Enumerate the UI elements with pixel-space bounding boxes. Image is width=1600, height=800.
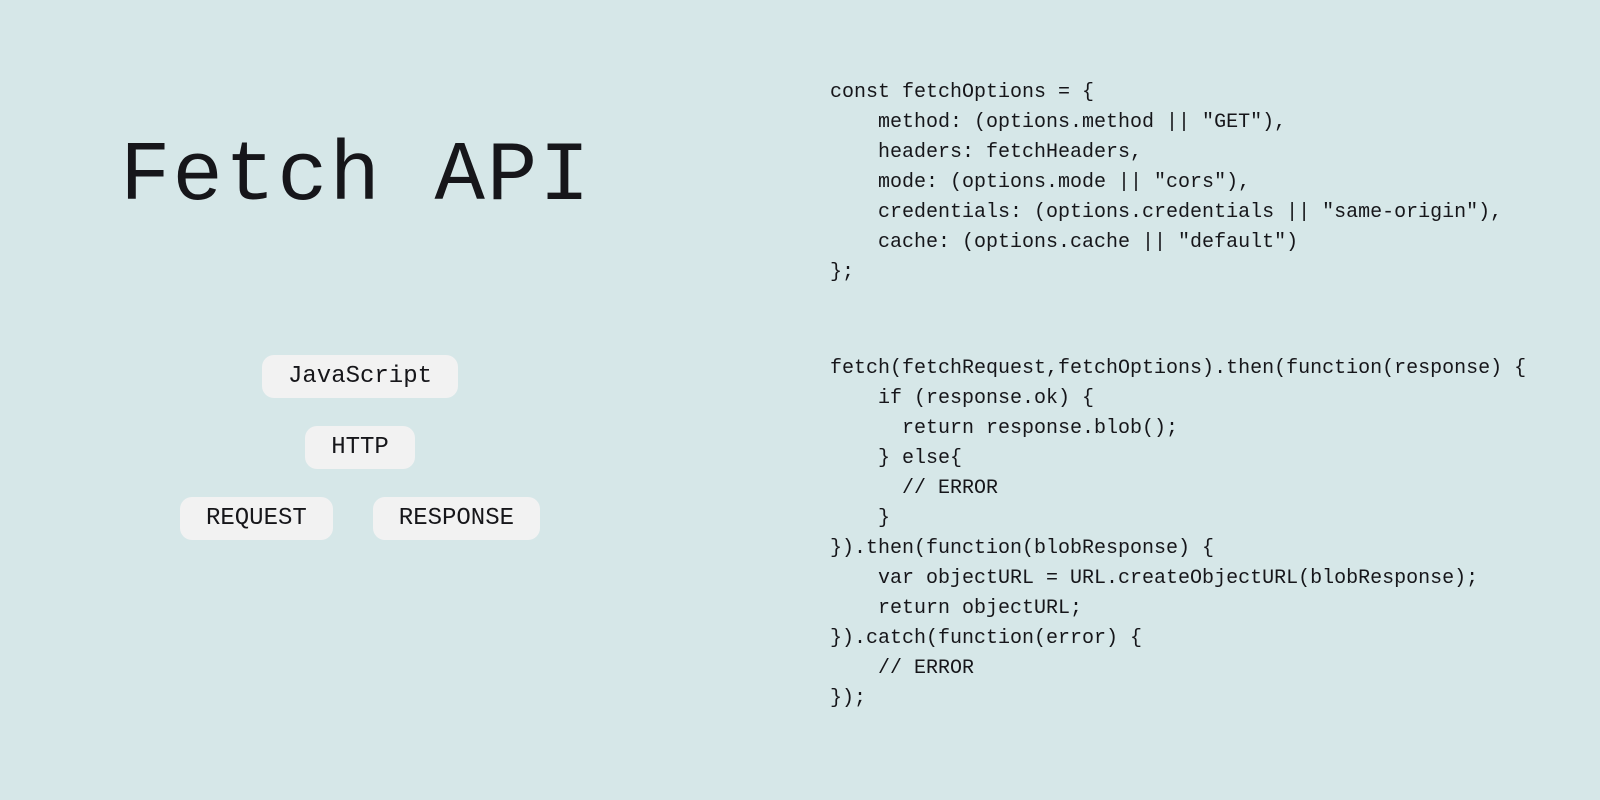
- tag-request: REQUEST: [180, 497, 333, 540]
- tag-row-3: REQUEST RESPONSE: [120, 497, 600, 540]
- tag-row-1: JavaScript: [120, 355, 600, 398]
- code-block-options: const fetchOptions = { method: (options.…: [830, 78, 1560, 288]
- tag-response: RESPONSE: [373, 497, 540, 540]
- page-title: Fetch API: [120, 130, 800, 225]
- tags-container: JavaScript HTTP REQUEST RESPONSE: [120, 355, 600, 540]
- tag-row-2: HTTP: [120, 426, 600, 469]
- code-gap: [830, 288, 1560, 354]
- right-panel: const fetchOptions = { method: (options.…: [800, 0, 1600, 800]
- tag-http: HTTP: [305, 426, 415, 469]
- tag-javascript: JavaScript: [262, 355, 458, 398]
- code-block-fetch: fetch(fetchRequest,fetchOptions).then(fu…: [830, 354, 1560, 714]
- left-panel: Fetch API JavaScript HTTP REQUEST RESPON…: [0, 0, 800, 800]
